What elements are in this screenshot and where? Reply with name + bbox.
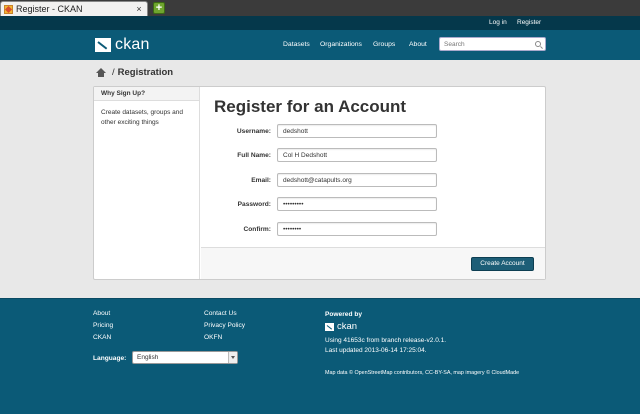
sidebar-title: Why Sign Up? bbox=[94, 87, 199, 101]
footer-logo-text: ckan bbox=[337, 321, 358, 332]
breadcrumb: / Registration bbox=[95, 66, 173, 78]
password-label: Password: bbox=[237, 201, 271, 208]
chevron-down-icon bbox=[228, 352, 237, 363]
last-updated-line: Last updated 2013-06-14 17:25:04. bbox=[325, 346, 427, 354]
home-icon[interactable] bbox=[95, 67, 106, 77]
language-value: English bbox=[137, 354, 159, 361]
browser-tab-bar: Register - CKAN × + bbox=[0, 0, 640, 16]
masthead: ckan Datasets Organizations Groups About bbox=[0, 30, 640, 60]
footer-contact-link[interactable]: Contact Us bbox=[204, 310, 237, 317]
main-panel: Why Sign Up? Create datasets, groups and… bbox=[93, 86, 546, 280]
confirm-password-field[interactable] bbox=[277, 222, 437, 236]
footer-pricing-link[interactable]: Pricing bbox=[93, 322, 113, 329]
nav-groups[interactable]: Groups bbox=[373, 41, 395, 48]
browser-tab[interactable]: Register - CKAN × bbox=[0, 1, 148, 16]
nav-datasets[interactable]: Datasets bbox=[283, 41, 310, 48]
footer-ckan-link[interactable]: CKAN bbox=[93, 334, 111, 341]
form-actions: Create Account bbox=[201, 247, 545, 279]
search-icon[interactable] bbox=[535, 41, 541, 47]
powered-by-label: Powered by bbox=[325, 311, 363, 318]
sidebar-text: Create datasets, groups and other exciti… bbox=[101, 109, 184, 126]
version-line: Using 41653c from branch release-v2.0.1. bbox=[325, 337, 447, 344]
username-label: Username: bbox=[236, 128, 271, 135]
site-logo[interactable]: ckan bbox=[95, 36, 150, 54]
register-link[interactable]: Register bbox=[517, 19, 541, 26]
fullname-field[interactable] bbox=[277, 148, 437, 162]
search-box bbox=[439, 37, 546, 51]
password-field[interactable] bbox=[277, 197, 437, 211]
footer-okfn-link[interactable]: OKFN bbox=[204, 334, 222, 341]
sidebar: Why Sign Up? Create datasets, groups and… bbox=[94, 87, 200, 279]
email-field[interactable] bbox=[277, 173, 437, 187]
breadcrumb-separator: / bbox=[112, 66, 115, 78]
search-input[interactable] bbox=[444, 39, 532, 50]
username-field[interactable] bbox=[277, 124, 437, 138]
site-footer: About Pricing CKAN Contact Us Privacy Po… bbox=[0, 298, 640, 414]
close-tab-icon[interactable]: × bbox=[134, 4, 144, 14]
new-tab-button[interactable]: + bbox=[153, 2, 165, 14]
footer-privacy-link[interactable]: Privacy Policy bbox=[204, 322, 245, 329]
email-label: Email: bbox=[251, 177, 271, 184]
breadcrumb-current[interactable]: Registration bbox=[118, 67, 173, 78]
nav-organizations[interactable]: Organizations bbox=[320, 41, 362, 48]
create-account-button[interactable]: Create Account bbox=[471, 257, 534, 271]
footer-about-link[interactable]: About bbox=[93, 310, 110, 317]
map-attribution: Map data © OpenStreetMap contributors, C… bbox=[325, 370, 520, 376]
ckan-logo-icon bbox=[95, 38, 111, 52]
footer-logo[interactable]: ckan bbox=[325, 321, 357, 332]
confirm-label: Confirm: bbox=[243, 226, 271, 233]
language-label: Language: bbox=[93, 355, 127, 362]
tab-title: Register - CKAN bbox=[16, 4, 83, 14]
account-bar: Log in Register bbox=[0, 16, 640, 30]
login-link[interactable]: Log in bbox=[489, 19, 507, 26]
fullname-label: Full Name: bbox=[237, 152, 271, 159]
nav-about[interactable]: About bbox=[409, 41, 427, 48]
ckan-logo-icon bbox=[325, 322, 334, 331]
favicon-icon bbox=[4, 5, 13, 14]
language-select[interactable]: English bbox=[132, 351, 238, 364]
version-info: Using 41653c from branch release-v2.0.1.… bbox=[325, 336, 446, 355]
logo-text: ckan bbox=[115, 36, 150, 53]
page-title: Register for an Account bbox=[214, 97, 407, 116]
